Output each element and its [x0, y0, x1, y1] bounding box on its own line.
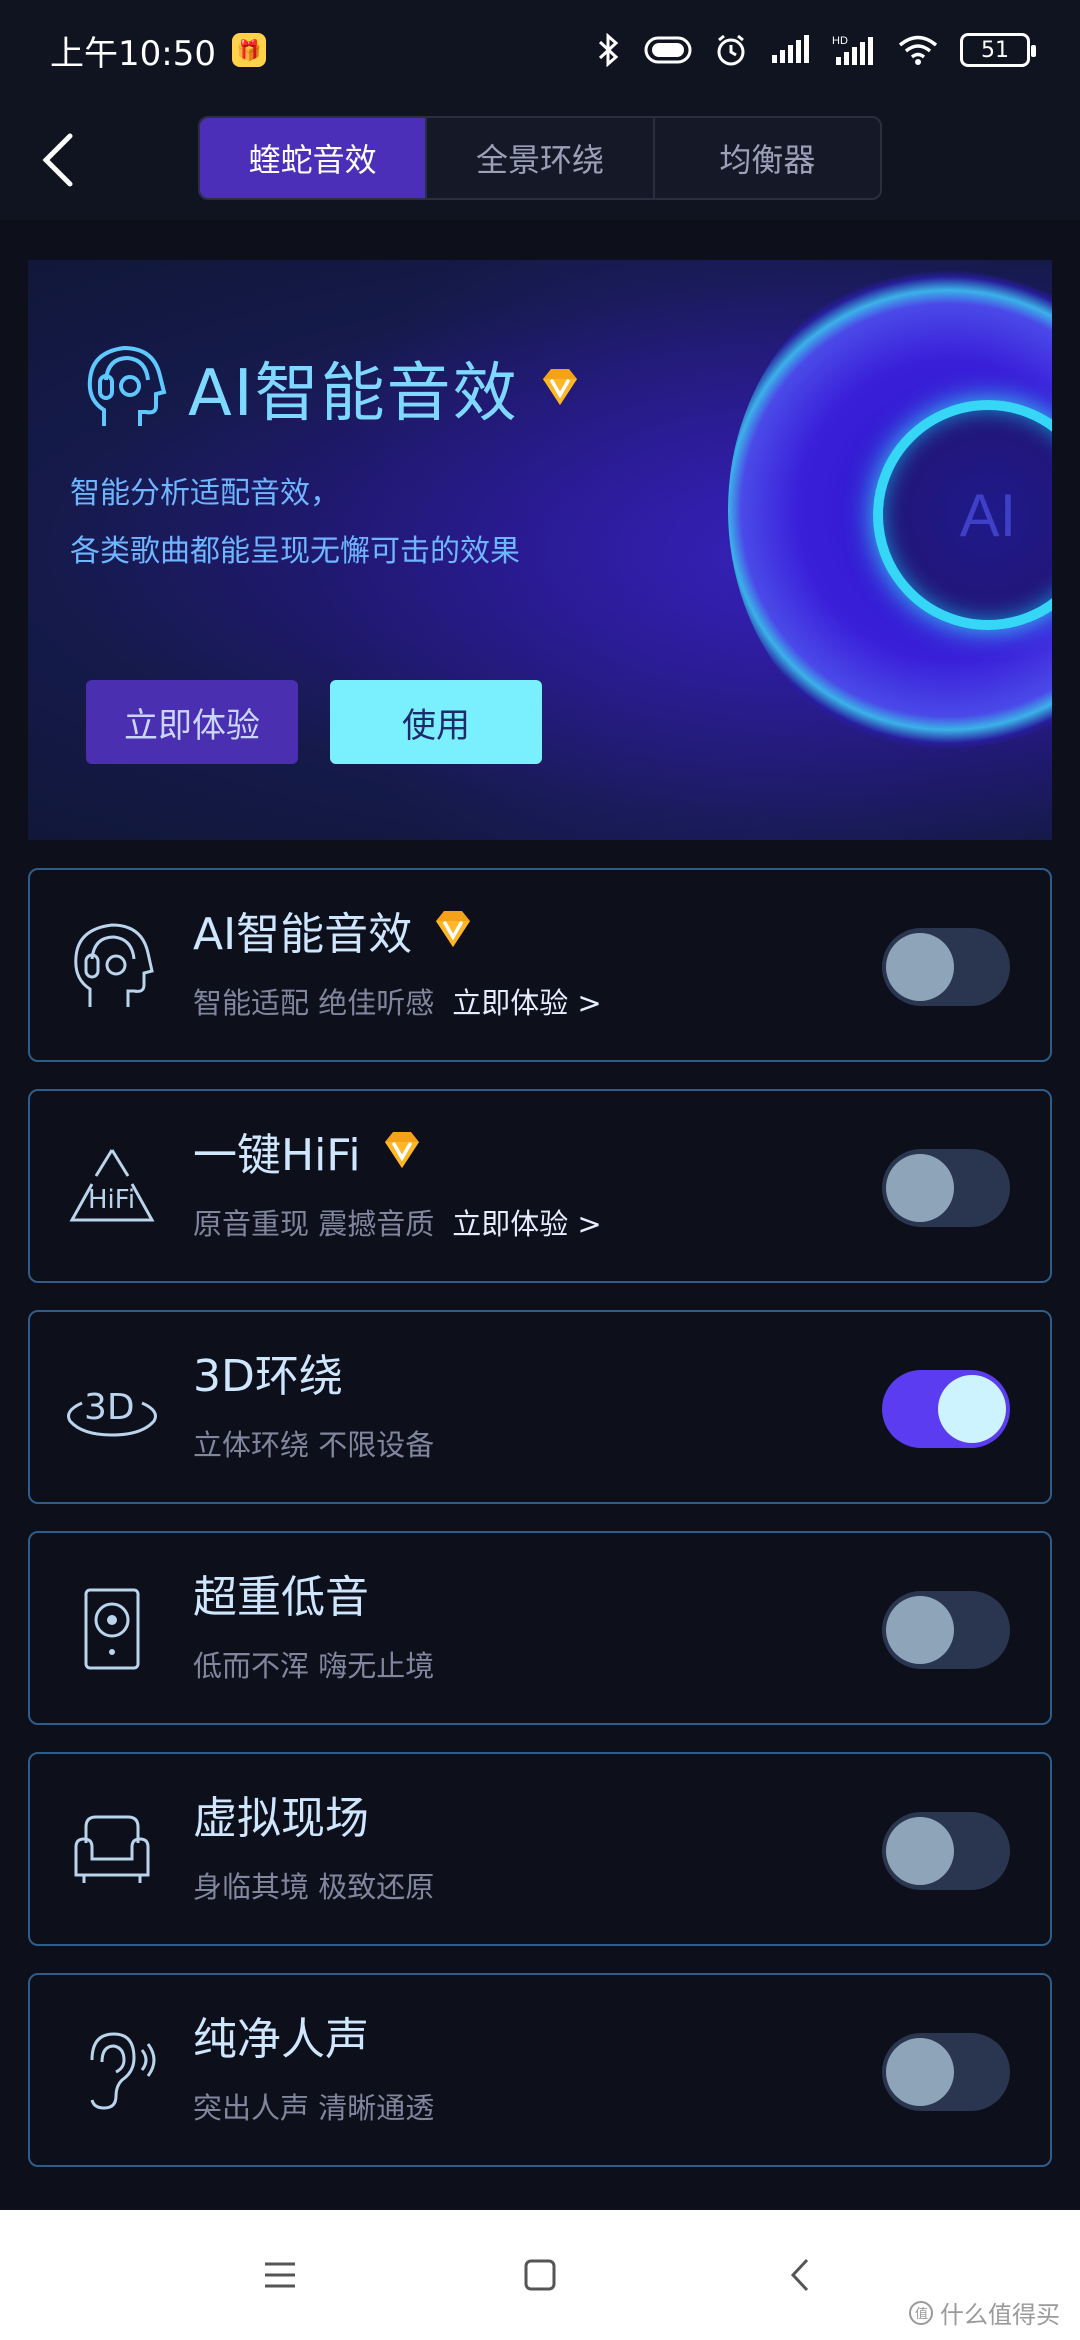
card-subtitle: 智能适配 绝佳听感 — [193, 986, 435, 1020]
nav-home-button[interactable] — [510, 2245, 570, 2305]
toggle-knob — [886, 1817, 954, 1885]
watermark-logo-icon: 值 — [909, 2300, 933, 2325]
alarm-icon — [717, 34, 745, 66]
toggle-knob — [886, 933, 954, 1001]
card-subtitle: 原音重现 震撼音质 — [193, 1207, 435, 1241]
toggle-knob — [938, 1375, 1006, 1443]
nav-menu-button[interactable] — [250, 2245, 310, 2305]
svg-text:值: 值 — [915, 2306, 928, 2322]
try-now-link[interactable]: 立即体验 > — [452, 1201, 602, 1243]
try-now-link[interactable]: 立即体验 > — [452, 980, 602, 1022]
card-title-row: 纯净人声 — [193, 2003, 369, 2067]
card-subtitle: 突出人声 清晰通透 — [193, 2091, 435, 2125]
hd-signal-icon: HD — [832, 35, 873, 65]
card-sub-row: 低而不浑 嗨无止境 — [193, 1643, 434, 1685]
toggle-hifi[interactable] — [882, 1149, 1010, 1227]
banner-desc-line2: 各类歌曲都能呈现无懈可击的效果 — [70, 534, 520, 569]
card-subtitle: 立体环绕 不限设备 — [193, 1428, 435, 1462]
header: 蝰蛇音效 全景环绕 均衡器 — [0, 100, 1080, 220]
tab-bar: 蝰蛇音效 全景环绕 均衡器 — [198, 116, 882, 200]
speaker-icon — [84, 1588, 140, 1670]
card-title: 虚拟现场 — [193, 1793, 369, 1844]
card-title: 3D环绕 — [193, 1351, 343, 1402]
effect-card-vocal[interactable]: 纯净人声 突出人声 清晰通透 — [28, 1973, 1052, 2167]
card-title: 纯净人声 — [193, 2014, 369, 2065]
system-nav-bar: 值 什么值得买 — [0, 2210, 1080, 2340]
effect-card-bass[interactable]: 超重低音 低而不浑 嗨无止境 — [28, 1531, 1052, 1725]
watermark: 值 什么值得买 — [908, 2295, 1060, 2330]
banner-ring-label: AI — [959, 481, 1017, 549]
card-title: 超重低音 — [193, 1572, 369, 1623]
tab-equalizer[interactable]: 均衡器 — [655, 118, 880, 198]
toggle-vocal[interactable] — [882, 2033, 1010, 2111]
3d-icon: 3D — [67, 1387, 157, 1437]
nav-back-button[interactable] — [770, 2245, 830, 2305]
app-badge-icon: 🎁 — [231, 33, 266, 67]
watermark-text: 什么值得买 — [940, 2301, 1060, 2329]
card-sub-row: 智能适配 绝佳听感 立即体验 > — [193, 980, 602, 1022]
toggle-knob — [886, 1154, 954, 1222]
vip-gem-icon — [384, 1132, 419, 1168]
toggle-ai-effect[interactable] — [882, 928, 1010, 1006]
toggle-icon — [644, 36, 692, 64]
svg-text:HD: HD — [832, 35, 848, 47]
toggle-knob — [886, 1596, 954, 1664]
signal-icon — [772, 35, 809, 63]
status-icons: HD 51 — [596, 33, 1036, 67]
card-title: AI智能音效 — [193, 909, 413, 960]
ai-head-icon — [74, 923, 154, 1007]
tab-surround[interactable]: 全景环绕 — [427, 118, 655, 198]
vip-gem-icon — [542, 369, 577, 405]
toggle-bass[interactable] — [882, 1591, 1010, 1669]
effect-card-ai[interactable]: AI智能音效 智能适配 绝佳听感 立即体验 > — [28, 868, 1052, 1062]
ear-icon — [90, 2032, 156, 2110]
card-title-row: 虚拟现场 — [193, 1782, 369, 1846]
card-sub-row: 身临其境 极致还原 — [193, 1864, 434, 1906]
toggle-3d-surround[interactable] — [882, 1370, 1010, 1448]
toggle-knob — [886, 2038, 954, 2106]
card-sub-row: 立体环绕 不限设备 — [193, 1422, 434, 1464]
effect-card-hifi[interactable]: HiFi 一键HiFi 原音重现 震撼音质 立即体验 > — [28, 1089, 1052, 1283]
card-sub-row: 原音重现 震撼音质 立即体验 > — [193, 1201, 602, 1243]
banner-title: AI智能音效 — [188, 357, 519, 431]
banner-description: 智能分析适配音效， 各类歌曲都能呈现无懈可击的效果 — [70, 465, 520, 581]
toggle-virtual-live[interactable] — [882, 1812, 1010, 1890]
ai-effect-banner: AI AI智能音效 智能分析适配音效， 各类歌曲都能呈现无懈可击的效果 立即体验… — [28, 260, 1052, 840]
chevron-left-icon — [42, 133, 73, 187]
home-square-icon — [524, 2259, 556, 2291]
hifi-icon-text: HiFi — [88, 1185, 135, 1215]
use-button[interactable]: 使用 — [330, 680, 542, 764]
card-title: 一键HiFi — [193, 1130, 361, 1181]
effect-card-virtual-live[interactable]: 虚拟现场 身临其境 极致还原 — [28, 1752, 1052, 1946]
status-time: 上午10:50 — [50, 33, 216, 74]
card-title-row: 超重低音 — [193, 1561, 369, 1625]
wifi-icon — [898, 35, 938, 65]
card-title-row: 3D环绕 — [193, 1340, 343, 1404]
card-title-row: 一键HiFi — [193, 1119, 425, 1183]
bluetooth-icon — [598, 33, 619, 67]
hifi-icon: HiFi — [69, 1149, 155, 1222]
sofa-icon — [74, 1815, 150, 1883]
menu-icon — [265, 2262, 295, 2288]
back-button[interactable] — [22, 120, 92, 200]
tab-viper-effect[interactable]: 蝰蛇音效 — [200, 118, 428, 198]
card-title-row: AI智能音效 — [193, 898, 476, 962]
card-sub-row: 突出人声 清晰通透 — [193, 2085, 434, 2127]
vip-gem-icon — [436, 911, 471, 947]
banner-title-row: AI智能音效 — [80, 340, 583, 436]
banner-desc-line1: 智能分析适配音效， — [70, 476, 340, 511]
status-bar: 上午10:50 🎁 HD 51 — [0, 0, 1080, 100]
chevron-left-icon — [790, 2258, 809, 2292]
try-now-button[interactable]: 立即体验 — [86, 680, 298, 764]
card-subtitle: 低而不浑 嗨无止境 — [193, 1649, 435, 1683]
status-time-group: 上午10:50 🎁 — [50, 26, 266, 75]
effect-card-3d-surround[interactable]: 3D 3D环绕 立体环绕 不限设备 — [28, 1310, 1052, 1504]
ai-head-icon — [87, 345, 167, 426]
3d-icon-text: 3D — [84, 1387, 135, 1428]
card-subtitle: 身临其境 极致还原 — [193, 1870, 435, 1904]
battery-icon: 51 — [960, 33, 1036, 67]
